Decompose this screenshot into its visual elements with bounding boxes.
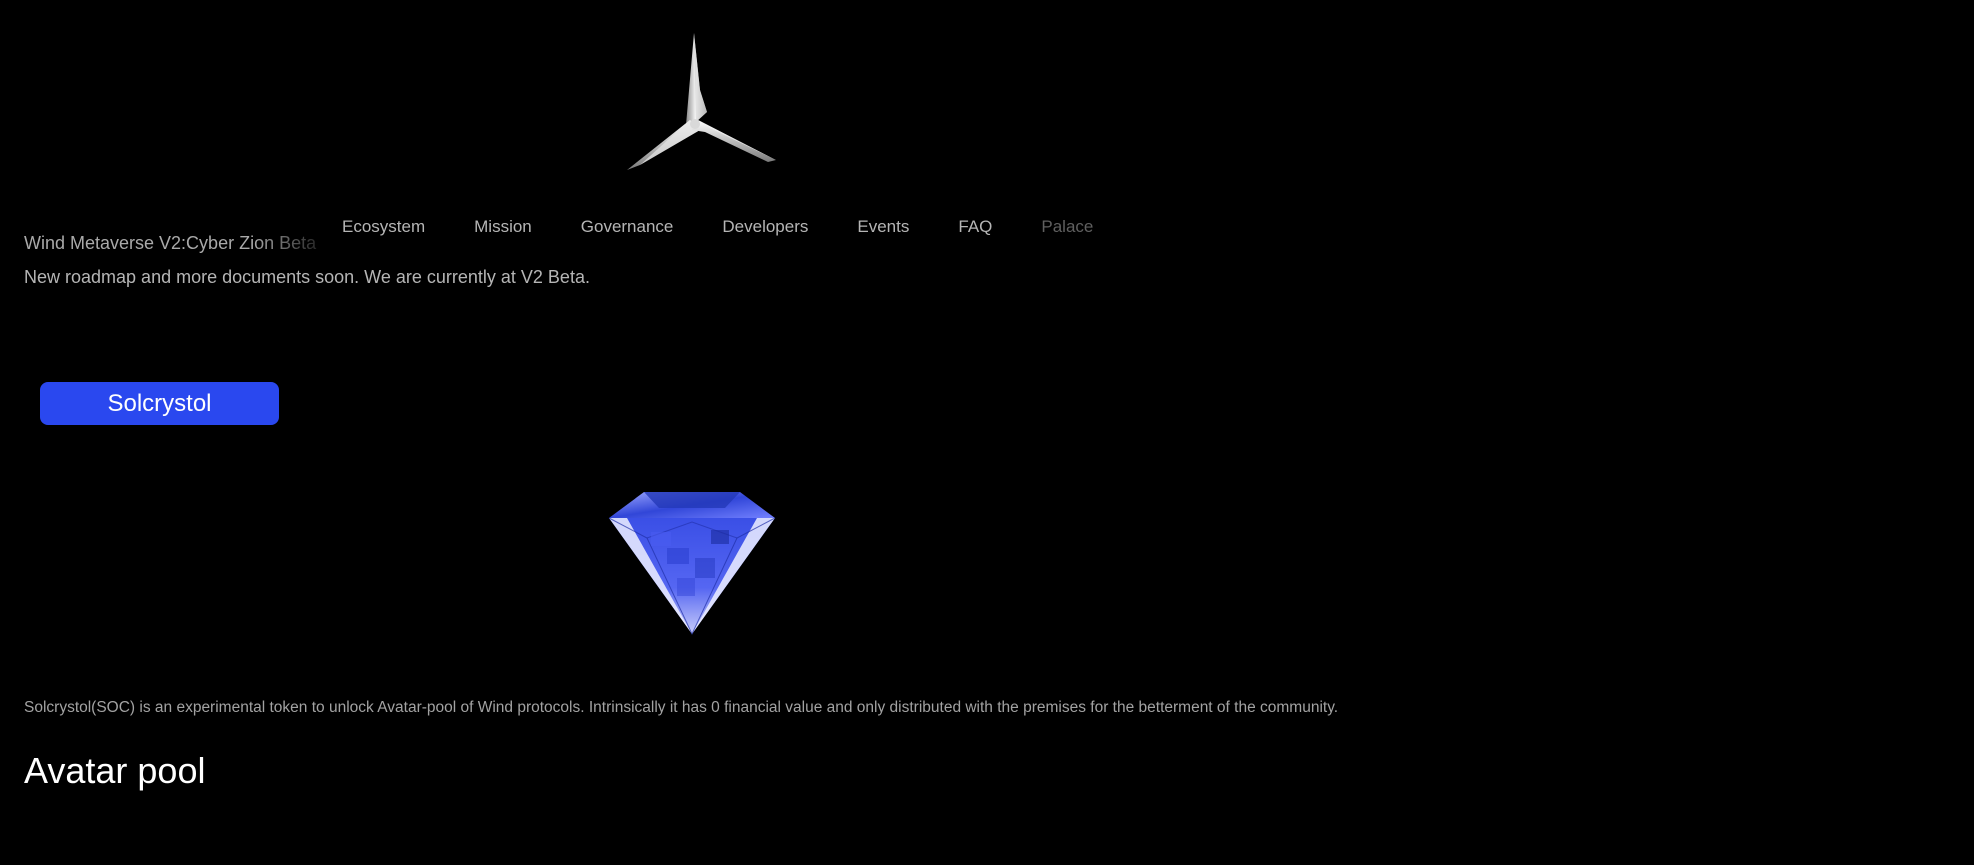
solcrystol-button[interactable]: Solcrystol — [40, 382, 279, 425]
blue-diamond-icon — [607, 488, 777, 636]
wind-turbine-logo-icon[interactable] — [620, 30, 780, 175]
nav-item-governance[interactable]: Governance — [581, 217, 674, 237]
roadmap-notice: New roadmap and more documents soon. We … — [24, 267, 590, 287]
nav-item-ecosystem[interactable]: Ecosystem — [342, 217, 425, 237]
nav-item-palace[interactable]: Palace — [1041, 217, 1093, 237]
nav-item-faq[interactable]: FAQ — [958, 217, 992, 237]
token-description: Solcrystol(SOC) is an experimental token… — [24, 698, 1339, 716]
main-nav: Ecosystem Mission Governance Developers … — [342, 217, 1142, 237]
avatar-pool-heading: Avatar pool — [24, 750, 206, 791]
page: Ecosystem Mission Governance Developers … — [0, 0, 1974, 865]
nav-item-events[interactable]: Events — [857, 217, 909, 237]
nav-item-mission[interactable]: Mission — [474, 217, 532, 237]
nav-item-developers[interactable]: Developers — [722, 217, 808, 237]
title-fade-overlay — [252, 228, 324, 258]
